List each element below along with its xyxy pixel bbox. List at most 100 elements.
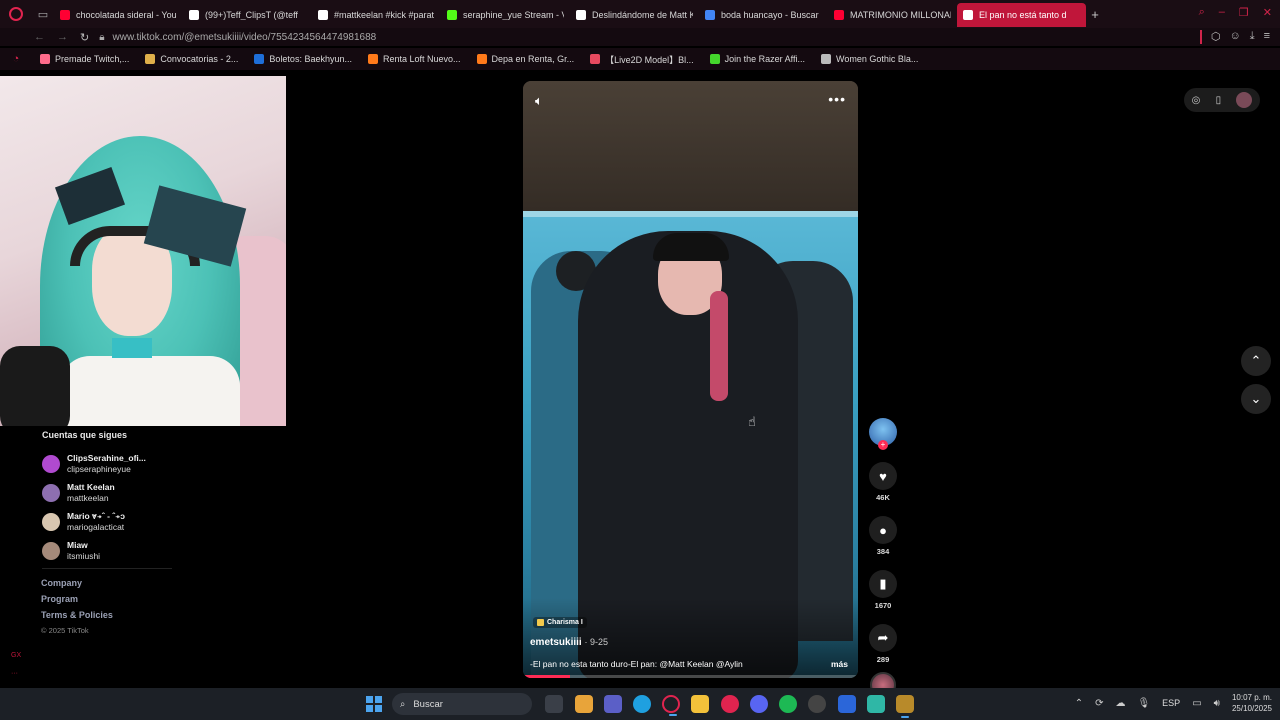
previous-video-button[interactable]: ⌃: [1241, 346, 1271, 376]
back-icon[interactable]: ←: [34, 31, 45, 43]
follow-plus-icon[interactable]: +: [878, 440, 888, 450]
maximize-icon[interactable]: ❐: [1239, 6, 1249, 19]
opera-icon[interactable]: [721, 695, 739, 713]
comment-icon[interactable]: ●: [869, 516, 897, 544]
bookmark-item[interactable]: Convocatorias - 2...: [137, 53, 246, 66]
video-scene-edge: [523, 211, 858, 217]
bookmark-item[interactable]: Premade Twitch,...: [32, 53, 137, 66]
browser-tab[interactable]: Deslindándome de Matt K: [570, 3, 699, 27]
extensions-icon[interactable]: ⬡: [1211, 30, 1221, 44]
strip-more-icon[interactable]: ···: [11, 670, 18, 677]
browser-tab[interactable]: (99+)Teff_ClipsT (@teff: [183, 3, 312, 27]
network-icon[interactable]: ▭: [1192, 698, 1201, 709]
device-icon[interactable]: ▯: [1216, 95, 1222, 106]
footer-link-program[interactable]: Program: [41, 594, 113, 610]
reload-icon[interactable]: ↻: [80, 31, 89, 44]
spotify-icon[interactable]: [779, 695, 797, 713]
bookmark-item[interactable]: Women Gothic Bla...: [813, 53, 926, 66]
profile-icon[interactable]: ☺: [1229, 30, 1240, 44]
language-indicator[interactable]: ESP: [1162, 698, 1180, 708]
notes-icon[interactable]: [867, 695, 885, 713]
bookmark-label: Depa en Renta, Gr...: [491, 54, 575, 64]
discord-icon[interactable]: [750, 695, 768, 713]
following-account[interactable]: Matt Keelan mattkeelan: [42, 478, 182, 507]
tray-cloud-icon[interactable]: ☁: [1115, 698, 1125, 709]
comment-action[interactable]: ● 384: [869, 516, 897, 556]
system-tray: ⌃ ⟳ ☁ 🎙︎ ESP ▭ 🔊︎ 10:07 p. m. 25/10/2025: [1075, 692, 1272, 714]
share-action[interactable]: ➦ 289: [869, 624, 897, 664]
forward-icon[interactable]: →: [57, 31, 68, 43]
clock-date: 25/10/2025: [1231, 704, 1272, 713]
share-icon[interactable]: ➦: [869, 624, 897, 652]
bookmark-icon[interactable]: ▮: [869, 570, 897, 598]
save-count: 1670: [874, 601, 892, 610]
tray-chevron-icon[interactable]: ⌃: [1075, 698, 1083, 709]
file-explorer-icon[interactable]: [691, 695, 709, 713]
app-icon[interactable]: [808, 695, 826, 713]
dancer-center-hat: [653, 233, 729, 261]
new-tab-button[interactable]: +: [1086, 7, 1104, 22]
opera-gx-icon[interactable]: [662, 695, 680, 716]
minimize-icon[interactable]: –: [1219, 6, 1225, 19]
bookmark-item[interactable]: 【Live2D Model】Bl...: [582, 53, 702, 66]
more-description-link[interactable]: más: [831, 659, 848, 669]
bookmark-item[interactable]: Join the Razer Affi...: [702, 53, 813, 66]
browser-tab[interactable]: boda huancayo - Buscar: [699, 3, 828, 27]
menu-icon[interactable]: ≡: [1264, 30, 1270, 44]
edge-icon[interactable]: [633, 695, 651, 713]
footer-link-company[interactable]: Company: [41, 578, 113, 594]
browser-tab[interactable]: seraphine_yue Stream - V: [441, 3, 570, 27]
browser-tab[interactable]: MATRIMONIO MILLONAR: [828, 3, 957, 27]
save-action[interactable]: ▮ 1670: [869, 570, 897, 610]
video-player[interactable]: 🔈︎ ••• Charisma I emetsukiiii · 9-25 -El…: [523, 81, 858, 678]
tab-label: boda huancayo - Buscar: [721, 10, 819, 20]
account-avatar: [42, 483, 60, 502]
search-tabs-icon[interactable]: ⌕: [1199, 6, 1205, 19]
volume-icon[interactable]: 🔈︎: [535, 93, 543, 109]
microphone-icon[interactable]: 🎙︎: [1137, 698, 1150, 709]
effect-badge[interactable]: Charisma I: [533, 617, 587, 628]
following-account[interactable]: Mario ⩔⍆ˆ - ˆ⍆ɔ mariogalacticat: [42, 507, 182, 536]
next-video-button[interactable]: ⌄: [1241, 384, 1271, 414]
more-options-icon[interactable]: •••: [828, 91, 846, 107]
activity-icon[interactable]: ◎: [1192, 95, 1201, 106]
bookmark-item[interactable]: Renta Loft Nuevo...: [360, 53, 469, 66]
game-app-icon[interactable]: [896, 695, 914, 718]
bookmark-item[interactable]: Boletos: Baekhyun...: [246, 53, 360, 66]
like-action[interactable]: ♥ 46K: [869, 462, 897, 502]
download-icon[interactable]: ⤓: [1250, 30, 1255, 44]
tab-label: Deslindándome de Matt K: [592, 10, 693, 20]
close-icon[interactable]: ✕: [1263, 6, 1272, 19]
clock[interactable]: 10:07 p. m. 25/10/2025: [1232, 692, 1272, 714]
tab-menu-icon[interactable]: ▭: [32, 0, 54, 28]
taskbar-search-text: Buscar: [413, 698, 443, 710]
following-account[interactable]: ClipsSerahine_ofi... clipseraphineyue: [42, 449, 182, 478]
webcam-overlay: [0, 76, 286, 426]
video-progress-bar[interactable]: [523, 675, 858, 678]
browser-tab[interactable]: chocolatada sideral - You: [54, 3, 183, 27]
browser-tab[interactable]: #mattkeelan #kick #parat: [312, 3, 441, 27]
account-handle: mattkeelan: [67, 492, 109, 503]
creator-avatar[interactable]: +: [869, 418, 897, 450]
video-author[interactable]: emetsukiiii · 9-25: [530, 637, 608, 648]
browser-tab[interactable]: El pan no está tanto d: [957, 3, 1086, 27]
following-account[interactable]: Miaw itsmiushi: [42, 536, 182, 565]
speed-dial-icon[interactable]: ◔: [0, 53, 32, 65]
heart-icon[interactable]: ♥: [869, 462, 897, 490]
volume-tray-icon[interactable]: 🔊︎: [1214, 698, 1220, 709]
store-icon[interactable]: [838, 695, 856, 713]
user-avatar[interactable]: [1236, 92, 1253, 108]
tray-sync-icon[interactable]: ⟳: [1095, 698, 1103, 709]
windows-start-icon[interactable]: [366, 696, 382, 712]
copilot-icon[interactable]: [575, 695, 593, 713]
opera-logo-icon[interactable]: [0, 0, 32, 28]
teams-icon[interactable]: [604, 695, 622, 713]
bookmark-favicon-icon: [40, 54, 50, 64]
taskbar-search[interactable]: ⌕ Buscar: [392, 693, 532, 715]
bookmark-item[interactable]: Depa en Renta, Gr...: [469, 53, 583, 66]
copyright: © 2025 TikTok: [41, 626, 89, 635]
url-field[interactable]: 🔒︎ www.tiktok.com/@emetsukiiii/video/7554…: [99, 32, 376, 43]
task-view-icon[interactable]: [545, 695, 563, 713]
footer-link-terms[interactable]: Terms & Policies: [41, 610, 113, 626]
tab-label: MATRIMONIO MILLONAR: [850, 10, 951, 20]
